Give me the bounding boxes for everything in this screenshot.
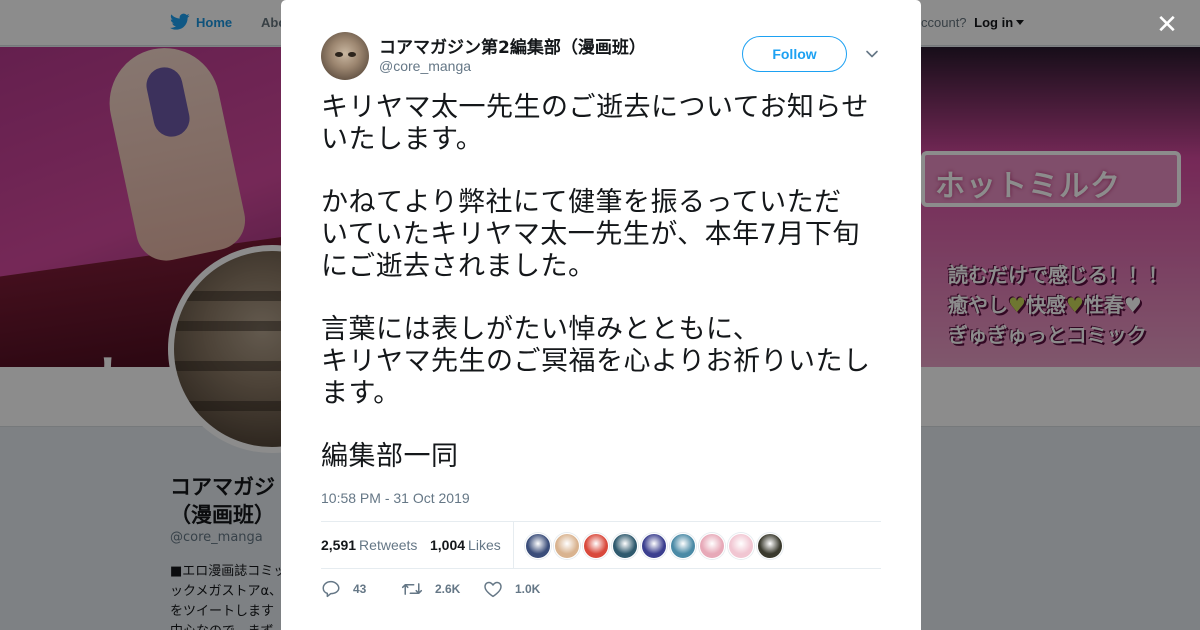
stats-divider bbox=[513, 522, 514, 569]
tweet-modal: コアマガジン第2編集部（漫画班） @core_manga Follow キリヤマ… bbox=[281, 0, 921, 630]
liker-avatar[interactable] bbox=[554, 533, 580, 559]
liker-avatar[interactable] bbox=[699, 533, 725, 559]
tweet-timestamp[interactable]: 10:58 PM - 31 Oct 2019 bbox=[321, 490, 470, 506]
tweet-paragraph: 言葉には表しがたい悼みとともに、 キリヤマ先生のご冥福を心よりお祈りいたし ます… bbox=[321, 314, 871, 409]
liker-avatar[interactable] bbox=[641, 533, 667, 559]
liker-avatar[interactable] bbox=[757, 533, 783, 559]
author-avatar[interactable] bbox=[321, 32, 369, 80]
retweets-stat[interactable]: 2,591 Retweets bbox=[321, 537, 417, 553]
retweet-count: 2.6K bbox=[435, 582, 461, 596]
liker-avatar[interactable] bbox=[670, 533, 696, 559]
like-count: 1.0K bbox=[515, 582, 541, 596]
likes-stat[interactable]: 1,004 Likes bbox=[430, 537, 501, 553]
author-name[interactable]: コアマガジン第2編集部（漫画班） bbox=[379, 33, 646, 58]
author-handle[interactable]: @core_manga bbox=[379, 58, 471, 74]
close-icon[interactable]: ✕ bbox=[1154, 12, 1180, 38]
tweet-text: キリヤマ太一先生のご逝去についてお知らせ いたします。 かねてより弊社にて健筆を… bbox=[321, 92, 885, 473]
liker-avatar[interactable] bbox=[583, 533, 609, 559]
reply-count: 43 bbox=[353, 582, 367, 596]
liker-avatar[interactable] bbox=[525, 533, 551, 559]
tweet-paragraph: キリヤマ太一先生のご逝去についてお知らせ いたします。 bbox=[321, 92, 869, 155]
retweet-action[interactable]: 2.6K bbox=[401, 580, 460, 598]
liker-avatar[interactable] bbox=[612, 533, 638, 559]
avatar-eye bbox=[335, 52, 343, 57]
like-action[interactable]: 1.0K bbox=[483, 580, 540, 598]
chevron-down-icon[interactable] bbox=[865, 47, 879, 61]
liker-avatar[interactable] bbox=[728, 533, 754, 559]
retweet-icon bbox=[401, 583, 423, 595]
reply-icon bbox=[322, 580, 340, 598]
tweet-paragraph: かねてより弊社にて健筆を振るっていただ いていたキリヤマ太一先生が、本年7月下旬… bbox=[321, 187, 860, 282]
tweet-stats: 2,591 Retweets 1,004 Likes bbox=[321, 521, 881, 569]
liker-avatars bbox=[525, 533, 783, 559]
heart-icon bbox=[484, 581, 502, 598]
tweet-paragraph: 編集部一同 bbox=[321, 441, 459, 472]
follow-button[interactable]: Follow bbox=[742, 36, 847, 72]
avatar-eye bbox=[348, 52, 356, 57]
reply-action[interactable]: 43 bbox=[321, 580, 366, 598]
